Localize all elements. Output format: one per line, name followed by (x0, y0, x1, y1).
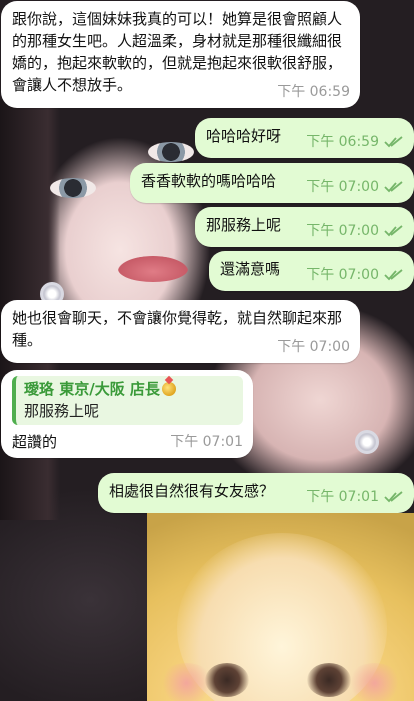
message-meta: 下午 07:00 (306, 176, 404, 198)
sticker-eye (307, 663, 351, 697)
message-meta: 下午 07:00 (277, 336, 350, 358)
message-bubble-incoming[interactable]: 她也很會聊天，不會讓你覺得乾，就自然聊起來那種。 下午 07:00 (1, 300, 360, 363)
message-time: 下午 07:01 (306, 489, 379, 505)
message-time: 下午 07:00 (306, 179, 379, 195)
message-bubble-outgoing[interactable]: 香香軟軟的嗎哈哈哈 下午 07:00 (130, 163, 414, 203)
wallpaper-ring (355, 430, 379, 454)
double-check-icon (384, 136, 403, 148)
message-meta: 下午 07:00 (306, 264, 404, 286)
message-time: 下午 06:59 (277, 84, 350, 100)
double-check-icon (384, 225, 403, 237)
message-time: 下午 07:00 (306, 223, 379, 239)
wallpaper-eye-right (148, 142, 194, 162)
message-time: 下午 07:01 (170, 434, 243, 450)
message-time: 下午 07:00 (277, 339, 350, 355)
reply-quoted-text: 那服務上呢 (24, 402, 100, 420)
message-bubble-outgoing[interactable]: 相處很自然很有女友感？ 下午 07:01 (98, 473, 414, 513)
double-check-icon (384, 181, 403, 193)
message-bubble-incoming-reply[interactable]: 璦珞 東京/大阪 店長 那服務上呢 超讚的 下午 07:01 (1, 370, 253, 458)
reply-sender-name: 璦珞 東京/大阪 店長 (24, 380, 160, 398)
message-bubble-outgoing[interactable]: 那服務上呢 下午 07:00 (195, 207, 414, 247)
sticker-cheek (347, 663, 402, 701)
sticker-eye (205, 663, 249, 697)
message-time: 下午 06:59 (306, 134, 379, 150)
message-meta: 下午 07:00 (306, 220, 404, 242)
message-bubble-outgoing[interactable]: 還滿意嗎 下午 07:00 (209, 251, 414, 291)
message-meta: 下午 06:59 (277, 81, 350, 103)
wallpaper-lips (118, 256, 188, 282)
message-time: 下午 07:00 (306, 267, 379, 283)
wallpaper-eye-left (50, 178, 96, 198)
reply-sender: 璦珞 東京/大阪 店長 (24, 378, 235, 400)
double-check-icon (384, 269, 403, 281)
message-meta: 下午 06:59 (306, 131, 404, 153)
message-meta: 下午 07:01 (170, 431, 243, 453)
reply-quote[interactable]: 璦珞 東京/大阪 店長 那服務上呢 (12, 376, 243, 425)
sticker-image[interactable] (147, 513, 414, 701)
double-check-icon (384, 491, 403, 503)
message-bubble-incoming[interactable]: 跟你說，這個妹妹我真的可以！她算是很會照顧人的那種女生吧。人超溫柔，身材就是那種… (1, 1, 360, 108)
message-bubble-outgoing[interactable]: 哈哈哈好呀 下午 06:59 (195, 118, 414, 158)
medal-icon (161, 382, 176, 396)
message-meta: 下午 07:01 (306, 486, 404, 508)
